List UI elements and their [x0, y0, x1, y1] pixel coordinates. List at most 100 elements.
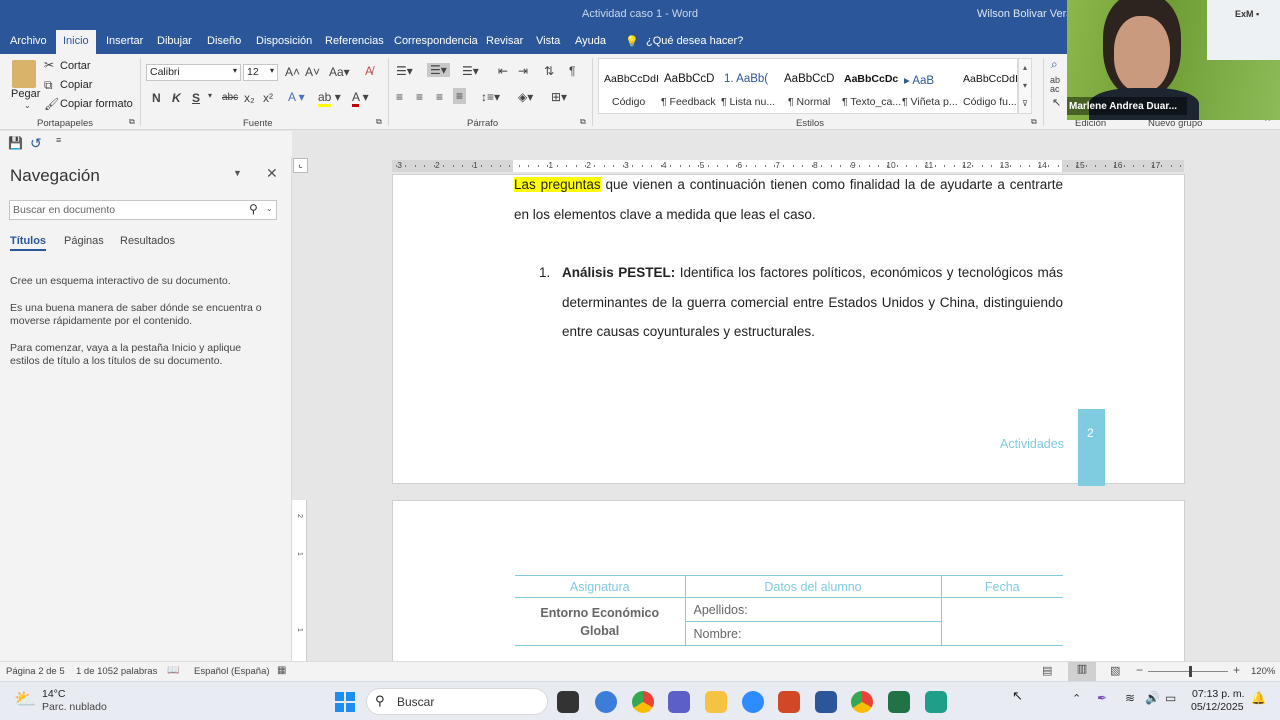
tab-vista[interactable]: Vista	[536, 35, 560, 47]
highlight-icon[interactable]: ab ▾	[318, 90, 341, 107]
style-codigo-fuente[interactable]: Código fu...	[963, 96, 1017, 108]
bold-button[interactable]: N	[152, 91, 161, 105]
nav-tab-titulos[interactable]: Títulos	[10, 235, 47, 251]
tab-correspondencia[interactable]: Correspondencia	[394, 35, 478, 47]
wifi-icon[interactable]: ≋	[1125, 691, 1135, 705]
font-color-icon[interactable]: A ▾	[352, 90, 369, 107]
zoom-out-button[interactable]: −	[1136, 663, 1143, 677]
vertical-ruler[interactable]: 2 1 1	[292, 500, 307, 661]
tab-inicio[interactable]: Inicio	[56, 30, 96, 55]
nav-tab-resultados[interactable]: Resultados	[120, 235, 175, 247]
dialog-launcher-icon[interactable]: ⧉	[580, 117, 586, 127]
tab-disposicion[interactable]: Disposición	[256, 35, 312, 47]
font-size-select[interactable]: 12 ▾	[243, 64, 278, 81]
align-right-icon[interactable]: ≡	[436, 90, 443, 104]
tab-selector[interactable]: ⌞	[293, 158, 308, 173]
pilcrow-icon[interactable]: ¶	[569, 64, 575, 78]
increase-indent-icon[interactable]: ⇥	[518, 64, 528, 78]
notification-icon[interactable]: 🔔	[1251, 691, 1266, 705]
windows-start-icon[interactable]	[335, 692, 355, 712]
tab-insertar[interactable]: Insertar	[106, 35, 143, 47]
chevron-down-icon[interactable]: ⌄	[24, 101, 31, 110]
zoom-icon[interactable]	[742, 691, 764, 713]
change-case-icon[interactable]: Aa▾	[329, 65, 350, 79]
align-center-icon[interactable]: ≡	[416, 90, 423, 104]
excel-icon[interactable]	[888, 691, 910, 713]
tab-ayuda[interactable]: Ayuda	[575, 35, 606, 47]
autosave-refresh-icon[interactable]: ↺	[30, 135, 42, 152]
search-icon[interactable]: ⚲	[249, 202, 258, 216]
weather-icon[interactable]: ⛅	[14, 689, 36, 710]
dialog-launcher-icon[interactable]: ⧉	[1031, 117, 1037, 127]
style-lista-numerada[interactable]: ¶ Lista nu...	[721, 96, 775, 108]
strikethrough-button[interactable]: abc	[222, 92, 238, 103]
styles-scroll[interactable]: ▴ ▾ ⊽	[1018, 58, 1032, 114]
clock-date[interactable]: 05/12/2025	[1191, 701, 1244, 713]
nav-options-chevron-icon[interactable]: ▼	[233, 168, 242, 178]
subscript-icon[interactable]: x₂	[244, 91, 255, 105]
font-name-select[interactable]: Calibri ▾	[146, 64, 241, 81]
borders-icon[interactable]: ⊞▾	[551, 90, 567, 104]
multilevel-list-icon[interactable]: ☰▾	[462, 64, 479, 78]
chevron-up-icon[interactable]: ⌃	[1072, 692, 1081, 705]
style-preview-normal[interactable]: AaBbCcD	[784, 73, 835, 85]
paste-icon[interactable]	[12, 60, 36, 88]
weather-description[interactable]: Parc. nublado	[42, 701, 107, 713]
zoom-level[interactable]: 120%	[1251, 666, 1275, 677]
justify-icon[interactable]: ≡	[453, 88, 467, 104]
text-effects-icon[interactable]: A ▾	[288, 90, 305, 104]
format-painter-button[interactable]: Copiar formato	[60, 98, 133, 110]
teams-icon[interactable]	[668, 691, 690, 713]
chrome-icon[interactable]	[632, 691, 654, 713]
page-1[interactable]: Las preguntas que vienen a continuación …	[392, 174, 1185, 486]
pen-icon[interactable]: ✒	[1097, 691, 1107, 705]
word-icon[interactable]	[815, 691, 837, 713]
read-mode-icon[interactable]: ▤	[1042, 664, 1052, 677]
shading-icon[interactable]: ◈▾	[518, 90, 533, 104]
word-count[interactable]: 1 de 1052 palabras	[76, 666, 157, 677]
align-left-icon[interactable]: ≡	[396, 90, 403, 104]
user-name[interactable]: Wilson Bolivar Vera	[977, 8, 1072, 20]
volume-icon[interactable]: 🔊	[1145, 691, 1160, 705]
tab-diseno[interactable]: Diseño	[207, 35, 241, 47]
dialog-launcher-icon[interactable]: ⧉	[129, 117, 135, 127]
taskbar-search[interactable]: ⚲ Buscar	[366, 688, 548, 715]
style-preview-texto[interactable]: AaBbCcDc	[844, 73, 898, 85]
temperature[interactable]: 14°C	[42, 688, 65, 700]
style-preview-codigo-fuente[interactable]: AaBbCcDdI	[963, 73, 1018, 85]
chrome-icon[interactable]	[851, 691, 873, 713]
style-preview-codigo[interactable]: AaBbCcDdI	[604, 73, 659, 85]
accessibility-icon[interactable]: ▦	[277, 665, 286, 676]
replace-icon[interactable]: ab ac	[1050, 76, 1060, 94]
print-layout-icon[interactable]: ▥	[1068, 662, 1096, 681]
app-icon[interactable]	[925, 691, 947, 713]
shrink-font-icon[interactable]: A˅	[305, 65, 320, 79]
dialog-launcher-icon[interactable]: ⧉	[376, 117, 382, 127]
select-icon[interactable]: ↖	[1052, 96, 1061, 109]
line-spacing-icon[interactable]: ↕≡▾	[481, 90, 500, 104]
language[interactable]: Español (España)	[194, 666, 270, 677]
close-icon[interactable]: ✕	[266, 165, 278, 182]
zoom-in-button[interactable]: +	[1233, 663, 1240, 677]
nav-tab-paginas[interactable]: Páginas	[64, 235, 104, 247]
find-icon[interactable]: ⌕	[1051, 57, 1058, 72]
copy-button[interactable]: Copiar	[60, 79, 92, 91]
horizontal-ruler[interactable]: 3 2 1 1 2 3 4 5 6 7 8 9 10 11 12 13 14 15 16 17	[392, 160, 1184, 172]
zoom-slider[interactable]	[1148, 671, 1228, 672]
file-explorer-icon[interactable]	[705, 691, 727, 713]
superscript-icon[interactable]: x²	[263, 91, 273, 105]
style-normal[interactable]: ¶ Normal	[788, 96, 830, 108]
italic-button[interactable]: K	[172, 91, 181, 105]
style-preview-vineta[interactable]: ▸ AaB	[904, 73, 934, 87]
grow-font-icon[interactable]: A˄	[285, 65, 300, 79]
style-texto-caso[interactable]: ¶ Texto_ca...	[842, 96, 901, 108]
style-preview-feedback[interactable]: AaBbCcD	[664, 73, 715, 85]
chevron-down-icon[interactable]: ⌄	[266, 204, 273, 213]
save-icon[interactable]: 💾	[8, 136, 23, 150]
style-feedback[interactable]: ¶ Feedback	[661, 96, 716, 108]
tell-me-search[interactable]: ¿Qué desea hacer?	[646, 35, 743, 47]
clock-time[interactable]: 07:13 p. m.	[1192, 688, 1245, 700]
task-view-icon[interactable]	[557, 691, 579, 713]
underline-button[interactable]: S	[192, 91, 200, 105]
nav-search-input[interactable]: Buscar en documento ⚲ ⌄	[9, 200, 277, 220]
